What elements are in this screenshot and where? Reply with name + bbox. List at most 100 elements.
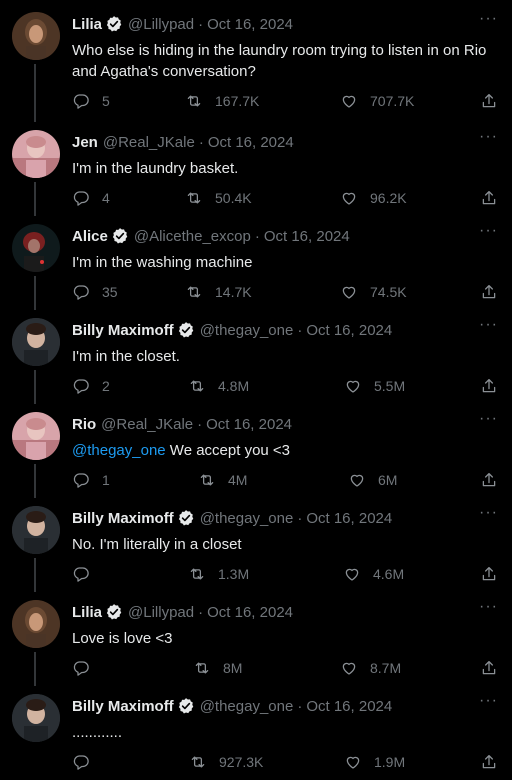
share-button[interactable] bbox=[480, 753, 498, 771]
author-name[interactable]: Billy Maximoff bbox=[72, 510, 174, 527]
more-icon[interactable]: ··· bbox=[479, 504, 498, 522]
more-icon[interactable]: ··· bbox=[479, 128, 498, 146]
retweet-button[interactable]: 8M bbox=[193, 659, 242, 677]
tweet-date[interactable]: Oct 16, 2024 bbox=[208, 134, 294, 151]
more-icon[interactable]: ··· bbox=[479, 598, 498, 616]
author-name[interactable]: Billy Maximoff bbox=[72, 698, 174, 715]
author-handle[interactable]: @Lillypad bbox=[128, 604, 194, 621]
separator-dot: · bbox=[198, 133, 204, 151]
author-name[interactable]: Jen bbox=[72, 134, 98, 151]
tweet[interactable]: Rio @Real_JKale · Oct 16, 2024 ··· @thegay_on… bbox=[0, 400, 512, 498]
author-handle[interactable]: @thegay_one bbox=[200, 510, 294, 527]
tweet[interactable]: Billy Maximoff @thegay_one · Oct 16, 2024 ··… bbox=[0, 494, 512, 592]
reply-button[interactable]: 1 bbox=[72, 471, 110, 489]
like-button[interactable]: 707.7K bbox=[340, 92, 414, 110]
like-button[interactable]: 4.6M bbox=[343, 565, 404, 583]
share-button[interactable] bbox=[480, 471, 498, 489]
tweet-actions: 1.3M 4.6M bbox=[72, 565, 502, 585]
more-icon[interactable]: ··· bbox=[479, 10, 498, 28]
author-handle[interactable]: @Lillypad bbox=[128, 16, 194, 33]
tweet-header: Lilia @Lillypad · Oct 16, 2024 bbox=[72, 602, 293, 622]
author-name[interactable]: Rio bbox=[72, 416, 96, 433]
tweet-header: Billy Maximoff @thegay_one · Oct 16, 2024 bbox=[72, 696, 392, 716]
avatar[interactable] bbox=[12, 506, 60, 554]
like-button[interactable]: 74.5K bbox=[340, 283, 407, 301]
heart-icon bbox=[346, 756, 360, 769]
tweet-date[interactable]: Oct 16, 2024 bbox=[306, 698, 392, 715]
avatar-column bbox=[12, 400, 60, 498]
reply-button[interactable]: 2 bbox=[72, 377, 110, 395]
tweet-text: Love is love <3 bbox=[72, 628, 502, 649]
retweet-button[interactable]: 167.7K bbox=[185, 92, 259, 110]
author-name[interactable]: Lilia bbox=[72, 16, 102, 33]
like-button[interactable]: 96.2K bbox=[340, 189, 407, 207]
retweet-button[interactable]: 14.7K bbox=[185, 283, 252, 301]
heart-icon bbox=[342, 192, 356, 205]
author-handle[interactable]: @thegay_one bbox=[200, 322, 294, 339]
tweet-date[interactable]: Oct 16, 2024 bbox=[206, 416, 292, 433]
author-handle[interactable]: @thegay_one bbox=[200, 698, 294, 715]
tweet-date[interactable]: Oct 16, 2024 bbox=[306, 510, 392, 527]
tweet[interactable]: Billy Maximoff @thegay_one · Oct 16, 2024 ··… bbox=[0, 682, 512, 776]
author-handle[interactable]: @Real_JKale bbox=[101, 416, 193, 433]
retweet-count: 14.7K bbox=[215, 284, 252, 300]
like-count: 8.7M bbox=[370, 660, 402, 676]
more-icon[interactable]: ··· bbox=[479, 222, 498, 240]
tweet[interactable]: Billy Maximoff @thegay_one · Oct 16, 2024 ··… bbox=[0, 306, 512, 404]
more-icon[interactable]: ··· bbox=[479, 692, 498, 710]
author-name[interactable]: Billy Maximoff bbox=[72, 322, 174, 339]
author-name[interactable]: Alice bbox=[72, 228, 108, 245]
reply-count: 35 bbox=[102, 284, 118, 300]
reply-button[interactable] bbox=[72, 753, 90, 771]
tweet[interactable]: Jen @Real_JKale · Oct 16, 2024 ··· I'm in the… bbox=[0, 118, 512, 216]
share-button[interactable] bbox=[480, 283, 498, 301]
avatar[interactable] bbox=[12, 224, 60, 272]
more-icon[interactable]: ··· bbox=[479, 410, 498, 428]
avatar-column bbox=[12, 682, 60, 776]
tweet-text: No. I'm literally in a closet bbox=[72, 534, 502, 555]
retweet-button[interactable]: 927.3K bbox=[189, 753, 263, 771]
tweet[interactable]: Alice @Alicethe_excop · Oct 16, 2024 ··· I'm … bbox=[0, 212, 512, 310]
retweet-button[interactable]: 4M bbox=[198, 471, 247, 489]
like-button[interactable]: 8.7M bbox=[340, 659, 401, 677]
tweet[interactable]: Lilia @Lillypad · Oct 16, 2024 ··· Who else i… bbox=[0, 0, 512, 122]
reply-button[interactable]: 35 bbox=[72, 283, 118, 301]
more-icon[interactable]: ··· bbox=[479, 316, 498, 334]
tweet[interactable]: Lilia @Lillypad · Oct 16, 2024 ··· Love is lo… bbox=[0, 588, 512, 686]
author-handle[interactable]: @Alicethe_excop bbox=[134, 228, 251, 245]
author-handle[interactable]: @Real_JKale bbox=[103, 134, 195, 151]
reply-button[interactable] bbox=[72, 565, 90, 583]
avatar[interactable] bbox=[12, 412, 60, 460]
tweet-date[interactable]: Oct 16, 2024 bbox=[207, 16, 293, 33]
like-button[interactable]: 1.9M bbox=[344, 753, 405, 771]
share-button[interactable] bbox=[480, 659, 498, 677]
tweet-text: Who else is hiding in the laundry room t… bbox=[72, 40, 502, 82]
mention-link[interactable]: @thegay_one bbox=[72, 442, 166, 459]
tweet-date[interactable]: Oct 16, 2024 bbox=[207, 604, 293, 621]
avatar[interactable] bbox=[12, 318, 60, 366]
reply-button[interactable] bbox=[72, 659, 90, 677]
avatar[interactable] bbox=[12, 130, 60, 178]
avatar[interactable] bbox=[12, 694, 60, 742]
avatar[interactable] bbox=[12, 600, 60, 648]
thread-connector bbox=[34, 464, 36, 498]
retweet-button[interactable]: 50.4K bbox=[185, 189, 252, 207]
avatar[interactable] bbox=[12, 12, 60, 60]
share-icon bbox=[482, 284, 496, 299]
reply-icon bbox=[73, 379, 89, 394]
reply-button[interactable]: 5 bbox=[72, 92, 110, 110]
tweet-date[interactable]: Oct 16, 2024 bbox=[306, 322, 392, 339]
share-button[interactable] bbox=[480, 565, 498, 583]
like-button[interactable]: 5.5M bbox=[344, 377, 405, 395]
reply-button[interactable]: 4 bbox=[72, 189, 110, 207]
share-button[interactable] bbox=[480, 377, 498, 395]
share-button[interactable] bbox=[480, 92, 498, 110]
tweet-actions: 5 167.7K 707.7K bbox=[72, 92, 502, 112]
retweet-button[interactable]: 4.8M bbox=[188, 377, 249, 395]
retweet-button[interactable]: 1.3M bbox=[188, 565, 249, 583]
share-button[interactable] bbox=[480, 189, 498, 207]
tweet-date[interactable]: Oct 16, 2024 bbox=[264, 228, 350, 245]
reply-count: 5 bbox=[102, 93, 110, 109]
like-button[interactable]: 6M bbox=[348, 471, 397, 489]
author-name[interactable]: Lilia bbox=[72, 604, 102, 621]
